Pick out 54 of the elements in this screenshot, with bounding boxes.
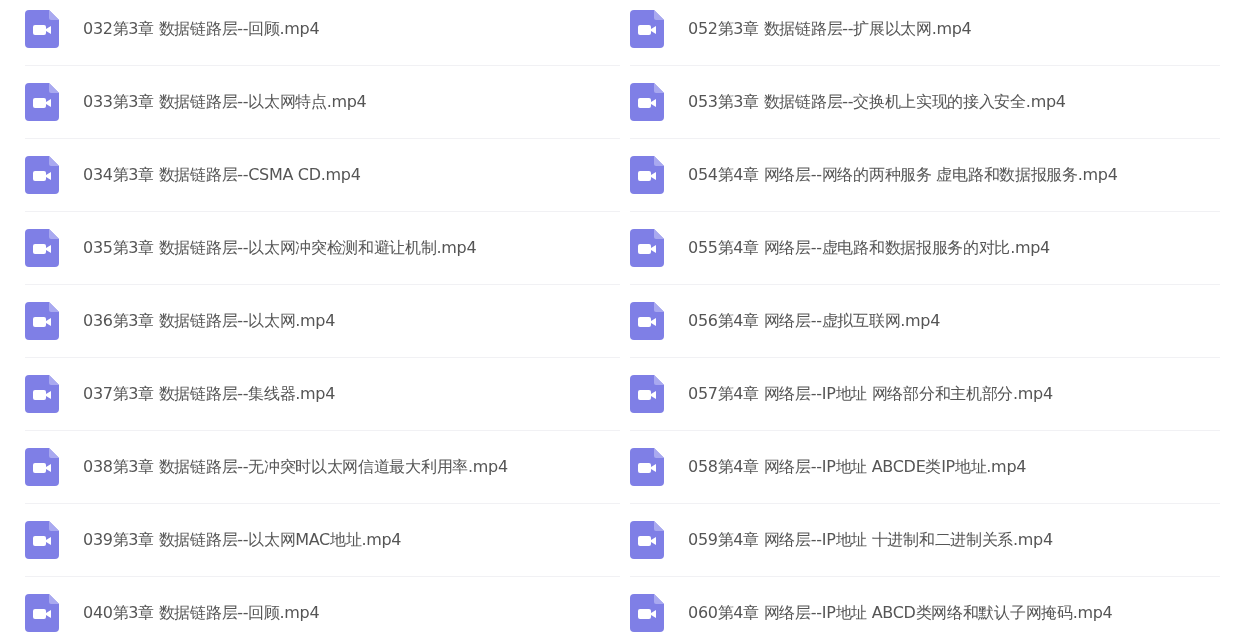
video-file-icon (25, 229, 59, 267)
video-file-icon (630, 10, 664, 48)
file-row[interactable]: 060第4章 网络层--IP地址 ABCD类网络和默认子网掩码.mp4 (630, 577, 1220, 636)
file-row[interactable]: 033第3章 数据链路层--以太网特点.mp4 (25, 66, 620, 139)
file-row[interactable]: 040第3章 数据链路层--回顾.mp4 (25, 577, 620, 636)
file-name: 032第3章 数据链路层--回顾.mp4 (83, 18, 320, 40)
file-row[interactable]: 059第4章 网络层--IP地址 十进制和二进制关系.mp4 (630, 504, 1220, 577)
file-name: 054第4章 网络层--网络的两种服务 虚电路和数据报服务.mp4 (688, 164, 1118, 186)
video-file-icon (630, 83, 664, 121)
file-name: 060第4章 网络层--IP地址 ABCD类网络和默认子网掩码.mp4 (688, 602, 1113, 624)
file-name: 040第3章 数据链路层--回顾.mp4 (83, 602, 320, 624)
video-file-icon (630, 521, 664, 559)
video-file-icon (25, 156, 59, 194)
file-name: 033第3章 数据链路层--以太网特点.mp4 (83, 91, 367, 113)
file-row[interactable]: 053第3章 数据链路层--交换机上实现的接入安全.mp4 (630, 66, 1220, 139)
file-name: 036第3章 数据链路层--以太网.mp4 (83, 310, 336, 332)
video-file-icon (630, 594, 664, 632)
file-row[interactable]: 038第3章 数据链路层--无冲突时以太网信道最大利用率.mp4 (25, 431, 620, 504)
video-file-icon (25, 521, 59, 559)
file-name: 037第3章 数据链路层--集线器.mp4 (83, 383, 336, 405)
file-row[interactable]: 055第4章 网络层--虚电路和数据报服务的对比.mp4 (630, 212, 1220, 285)
video-file-icon (25, 594, 59, 632)
file-row[interactable]: 034第3章 数据链路层--CSMA CD.mp4 (25, 139, 620, 212)
video-file-icon (630, 302, 664, 340)
file-row[interactable]: 032第3章 数据链路层--回顾.mp4 (25, 0, 620, 66)
file-row[interactable]: 036第3章 数据链路层--以太网.mp4 (25, 285, 620, 358)
file-name: 035第3章 数据链路层--以太网冲突检测和避让机制.mp4 (83, 237, 477, 259)
file-name: 053第3章 数据链路层--交换机上实现的接入安全.mp4 (688, 91, 1066, 113)
file-row[interactable]: 035第3章 数据链路层--以太网冲突检测和避让机制.mp4 (25, 212, 620, 285)
file-name: 058第4章 网络层--IP地址 ABCDE类IP地址.mp4 (688, 456, 1027, 478)
file-row[interactable]: 057第4章 网络层--IP地址 网络部分和主机部分.mp4 (630, 358, 1220, 431)
file-name: 057第4章 网络层--IP地址 网络部分和主机部分.mp4 (688, 383, 1053, 405)
file-row[interactable]: 052第3章 数据链路层--扩展以太网.mp4 (630, 0, 1220, 66)
file-name: 039第3章 数据链路层--以太网MAC地址.mp4 (83, 529, 402, 551)
file-name: 038第3章 数据链路层--无冲突时以太网信道最大利用率.mp4 (83, 456, 508, 478)
file-row[interactable]: 058第4章 网络层--IP地址 ABCDE类IP地址.mp4 (630, 431, 1220, 504)
video-file-icon (630, 156, 664, 194)
file-name: 052第3章 数据链路层--扩展以太网.mp4 (688, 18, 972, 40)
video-file-icon (25, 83, 59, 121)
video-file-icon (630, 229, 664, 267)
video-file-icon (630, 448, 664, 486)
video-file-icon (25, 302, 59, 340)
file-name: 059第4章 网络层--IP地址 十进制和二进制关系.mp4 (688, 529, 1053, 551)
video-file-icon (25, 10, 59, 48)
file-row[interactable]: 056第4章 网络层--虚拟互联网.mp4 (630, 285, 1220, 358)
file-name: 056第4章 网络层--虚拟互联网.mp4 (688, 310, 941, 332)
video-file-icon (630, 375, 664, 413)
file-row[interactable]: 054第4章 网络层--网络的两种服务 虚电路和数据报服务.mp4 (630, 139, 1220, 212)
video-file-icon (25, 448, 59, 486)
file-row[interactable]: 039第3章 数据链路层--以太网MAC地址.mp4 (25, 504, 620, 577)
file-row[interactable]: 037第3章 数据链路层--集线器.mp4 (25, 358, 620, 431)
file-name: 034第3章 数据链路层--CSMA CD.mp4 (83, 164, 361, 186)
video-file-icon (25, 375, 59, 413)
file-name: 055第4章 网络层--虚电路和数据报服务的对比.mp4 (688, 237, 1050, 259)
